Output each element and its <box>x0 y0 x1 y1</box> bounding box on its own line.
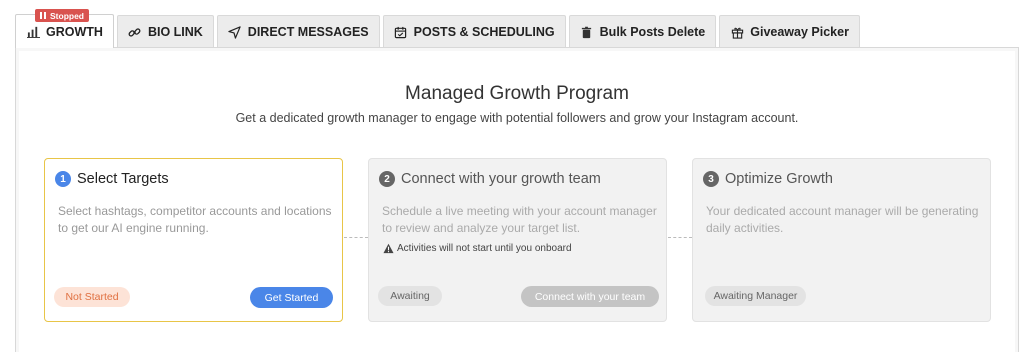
status-pill-awaiting-manager: Awaiting Manager <box>705 286 806 306</box>
step-description: Select hashtags, competitor accounts and… <box>58 204 332 235</box>
tab-direct-messages[interactable]: DIRECT MESSAGES <box>216 15 380 48</box>
trash-icon <box>580 25 594 39</box>
tab-label: GROWTH <box>46 24 103 39</box>
status-badge-label: Stopped <box>50 10 84 21</box>
tab-label: BIO LINK <box>147 25 203 39</box>
step-card-select-targets: 1 Select Targets Select hashtags, compet… <box>44 158 343 322</box>
pause-icon <box>40 12 46 19</box>
step-number: 3 <box>703 171 719 187</box>
content-panel: Managed Growth Program Get a dedicated g… <box>15 47 1019 352</box>
step-title: Optimize Growth <box>725 171 833 187</box>
calendar-icon <box>394 25 408 39</box>
status-pill-awaiting: Awaiting <box>378 286 442 306</box>
tab-label: Bulk Posts Delete <box>599 25 706 39</box>
tab-posts-scheduling[interactable]: POSTS & SCHEDULING <box>382 15 566 48</box>
step-heading: 1 Select Targets <box>55 171 169 187</box>
step-number: 2 <box>379 171 395 187</box>
step-heading: 3 Optimize Growth <box>703 171 833 187</box>
tab-bulk-posts-delete[interactable]: Bulk Posts Delete <box>568 15 717 48</box>
step-heading: 2 Connect with your growth team <box>379 171 601 187</box>
gift-icon <box>730 25 744 39</box>
step-description: Your dedicated account manager will be g… <box>706 204 979 235</box>
tab-giveaway-picker[interactable]: Giveaway Picker <box>719 15 860 48</box>
onboard-warning: Activities will not start until you onbo… <box>383 243 572 254</box>
status-badge: Stopped <box>35 9 89 22</box>
tab-label: DIRECT MESSAGES <box>247 25 369 39</box>
step-title: Connect with your growth team <box>401 171 601 187</box>
paper-plane-icon <box>228 25 242 39</box>
onboard-warning-text: Activities will not start until you onbo… <box>397 243 572 254</box>
page-subtitle: Get a dedicated growth manager to engage… <box>235 111 799 125</box>
step-connector <box>344 237 368 238</box>
connect-with-team-button[interactable]: Connect with your team <box>521 286 659 307</box>
get-started-button[interactable]: Get Started <box>250 287 333 308</box>
step-description: Schedule a live meeting with your accoun… <box>382 204 657 235</box>
step-title: Select Targets <box>77 171 169 187</box>
tab-label: Giveaway Picker <box>750 25 849 39</box>
step-number: 1 <box>55 171 71 187</box>
step-connector <box>668 237 692 238</box>
link-icon <box>128 25 142 39</box>
step-card-optimize-growth: 3 Optimize Growth Your dedicated account… <box>692 158 991 322</box>
content-inner: Managed Growth Program Get a dedicated g… <box>19 51 1015 352</box>
page-title: Managed Growth Program <box>405 83 629 104</box>
warning-icon <box>383 243 394 254</box>
tab-bio-link[interactable]: BIO LINK <box>116 15 214 48</box>
tab-label: POSTS & SCHEDULING <box>413 25 555 39</box>
status-pill-not-started: Not Started <box>54 287 130 307</box>
bar-chart-icon <box>26 25 40 39</box>
tab-bar: GROWTH BIO LINK DIRECT MESSAGES POSTS & … <box>15 14 863 48</box>
step-card-connect-team: 2 Connect with your growth team Schedule… <box>368 158 667 322</box>
